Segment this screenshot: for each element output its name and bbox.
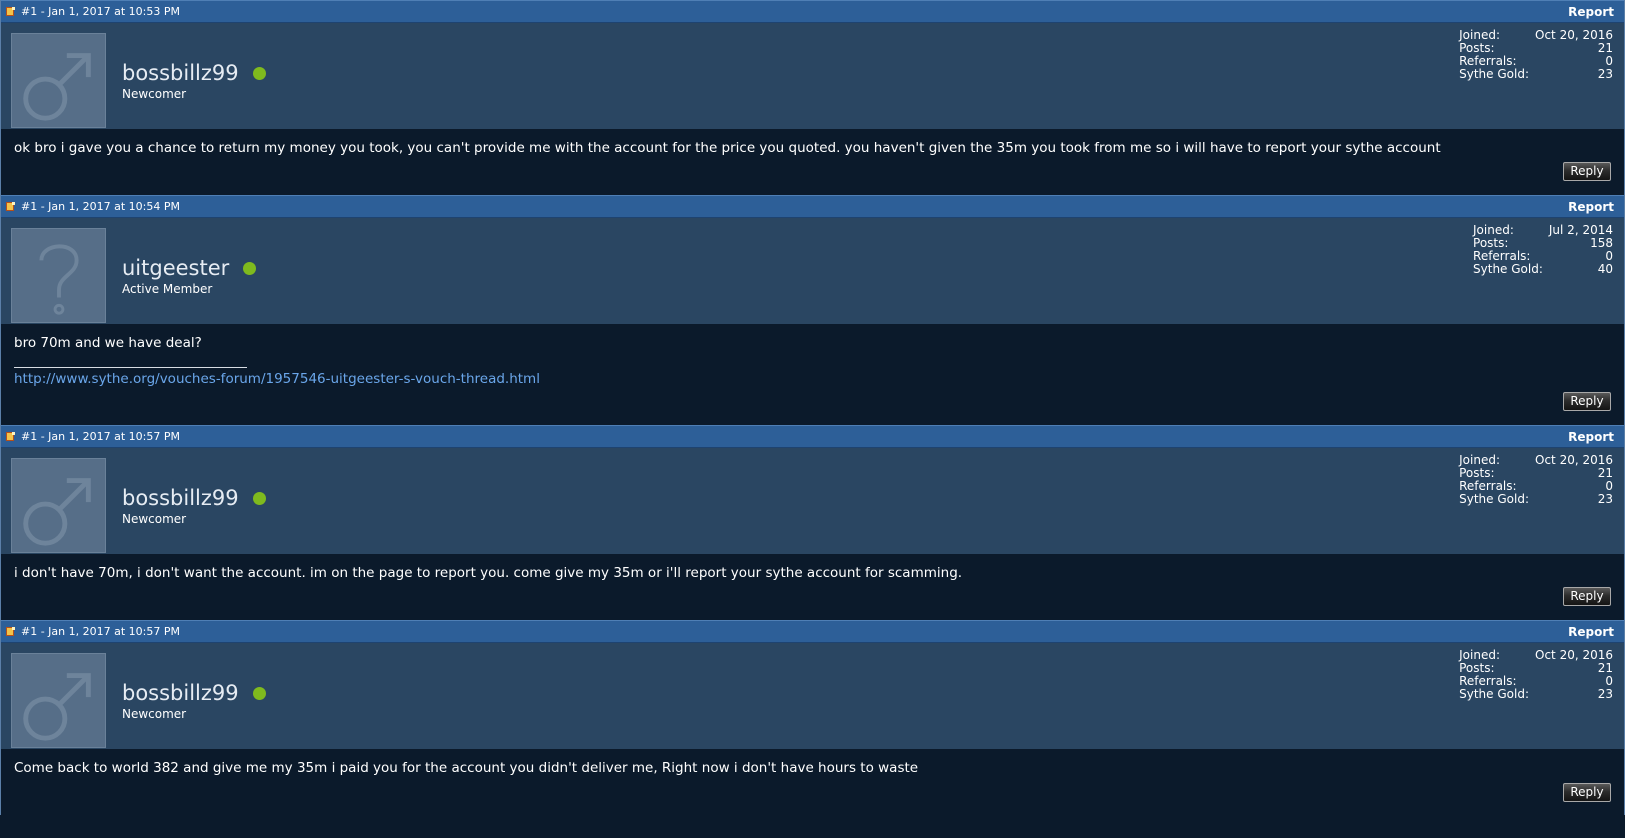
post-message: ok bro i gave you a chance to return my … bbox=[14, 140, 1441, 156]
username-text[interactable]: bossbillz99 bbox=[122, 486, 239, 510]
post-number[interactable]: #1 - Jan 1, 2017 at 10:57 PM bbox=[21, 430, 180, 443]
reply-button[interactable]: Reply bbox=[1563, 783, 1611, 802]
avatar[interactable] bbox=[11, 458, 106, 553]
post-list: #1 - Jan 1, 2017 at 10:53 PM Report boss… bbox=[0, 0, 1625, 815]
stat-label: Sythe Gold: bbox=[1459, 687, 1529, 701]
stat-value: 40 bbox=[1597, 262, 1613, 276]
username[interactable]: bossbillz99 bbox=[122, 61, 266, 85]
user-rank: Newcomer bbox=[122, 512, 187, 526]
post-number[interactable]: #1 - Jan 1, 2017 at 10:54 PM bbox=[21, 200, 180, 213]
user-stats: Joined: Jul 2, 2014 Posts: 158 Referrals: 0… bbox=[1473, 224, 1613, 276]
online-status-icon bbox=[243, 261, 257, 275]
online-status-icon bbox=[252, 491, 266, 505]
avatar[interactable] bbox=[11, 228, 106, 323]
report-link[interactable]: Report bbox=[1568, 625, 1614, 639]
stat-value: 21 bbox=[1597, 661, 1613, 675]
report-link[interactable]: Report bbox=[1568, 200, 1614, 214]
user-rank: Active Member bbox=[122, 282, 213, 296]
avatar[interactable] bbox=[11, 33, 106, 128]
stat-label: Sythe Gold: bbox=[1459, 492, 1529, 506]
reply-button[interactable]: Reply bbox=[1563, 392, 1611, 411]
user-info-panel: bossbillz99 Newcomer Joined: Oct 20, 2016… bbox=[1, 448, 1624, 554]
post-body: i don't have 70m, i don't want the accou… bbox=[1, 554, 1624, 620]
username-text[interactable]: bossbillz99 bbox=[122, 681, 239, 705]
user-rank: Newcomer bbox=[122, 707, 187, 721]
online-status-icon bbox=[252, 686, 266, 700]
post-message: bro 70m and we have deal? bbox=[14, 335, 202, 351]
signature-divider bbox=[14, 367, 247, 368]
post-number[interactable]: #1 - Jan 1, 2017 at 10:57 PM bbox=[21, 625, 180, 638]
post-header: #1 - Jan 1, 2017 at 10:54 PM Report bbox=[1, 195, 1624, 218]
online-status-icon bbox=[252, 66, 266, 80]
post-body: ok bro i gave you a chance to return my … bbox=[1, 129, 1624, 195]
user-info-panel: uitgeester Active Member Joined: Jul 2, 2… bbox=[1, 218, 1624, 324]
stat-label: Sythe Gold: bbox=[1473, 262, 1543, 276]
user-stats: Joined: Oct 20, 2016 Posts: 21 Referrals: 0… bbox=[1459, 29, 1613, 81]
stat-value: 158 bbox=[1590, 236, 1613, 250]
post-body: bro 70m and we have deal? http://www.syt… bbox=[1, 324, 1624, 425]
user-info-panel: bossbillz99 Newcomer Joined: Oct 20, 2016… bbox=[1, 643, 1624, 749]
post-icon bbox=[6, 6, 15, 17]
signature-link[interactable]: http://www.sythe.org/vouches-forum/19575… bbox=[14, 371, 540, 387]
reply-button[interactable]: Reply bbox=[1563, 162, 1611, 181]
post-message: Come back to world 382 and give me my 35… bbox=[14, 760, 919, 776]
male-symbol-icon bbox=[23, 673, 91, 741]
post: #1 - Jan 1, 2017 at 10:54 PM Report uitg… bbox=[0, 195, 1625, 425]
stat-value: 21 bbox=[1597, 466, 1613, 480]
stat-value: 23 bbox=[1597, 67, 1613, 81]
user-stats: Joined: Oct 20, 2016 Posts: 21 Referrals: 0… bbox=[1459, 454, 1613, 506]
username[interactable]: bossbillz99 bbox=[122, 681, 266, 705]
user-info-panel: bossbillz99 Newcomer Joined: Oct 20, 2016… bbox=[1, 23, 1624, 129]
post-header: #1 - Jan 1, 2017 at 10:57 PM Report bbox=[1, 425, 1624, 448]
reply-button[interactable]: Reply bbox=[1563, 587, 1611, 606]
report-link[interactable]: Report bbox=[1568, 430, 1614, 444]
user-stats: Joined: Oct 20, 2016 Posts: 21 Referrals: 0… bbox=[1459, 649, 1613, 701]
username[interactable]: bossbillz99 bbox=[122, 486, 266, 510]
stat-label: Sythe Gold: bbox=[1459, 67, 1529, 81]
post-icon bbox=[6, 431, 15, 442]
male-symbol-icon bbox=[23, 478, 91, 546]
stat-value: 23 bbox=[1597, 492, 1613, 506]
username[interactable]: uitgeester bbox=[122, 256, 257, 280]
post-message: i don't have 70m, i don't want the accou… bbox=[14, 565, 963, 581]
post: #1 - Jan 1, 2017 at 10:53 PM Report boss… bbox=[0, 0, 1625, 195]
post-number[interactable]: #1 - Jan 1, 2017 at 10:53 PM bbox=[21, 5, 180, 18]
user-rank: Newcomer bbox=[122, 87, 187, 101]
question-mark-icon bbox=[39, 244, 79, 315]
stat-value: 23 bbox=[1597, 687, 1613, 701]
post-header: #1 - Jan 1, 2017 at 10:57 PM Report bbox=[1, 620, 1624, 643]
male-symbol-icon bbox=[23, 53, 91, 121]
stat-value: 21 bbox=[1597, 41, 1613, 55]
post: #1 - Jan 1, 2017 at 10:57 PM Report boss… bbox=[0, 425, 1625, 620]
report-link[interactable]: Report bbox=[1568, 5, 1614, 19]
avatar[interactable] bbox=[11, 653, 106, 748]
username-text[interactable]: bossbillz99 bbox=[122, 61, 239, 85]
post-body: Come back to world 382 and give me my 35… bbox=[1, 749, 1624, 815]
post-header: #1 - Jan 1, 2017 at 10:53 PM Report bbox=[1, 0, 1624, 23]
post: #1 - Jan 1, 2017 at 10:57 PM Report boss… bbox=[0, 620, 1625, 815]
post-icon bbox=[6, 201, 15, 212]
post-icon bbox=[6, 626, 15, 637]
username-text[interactable]: uitgeester bbox=[122, 256, 229, 280]
